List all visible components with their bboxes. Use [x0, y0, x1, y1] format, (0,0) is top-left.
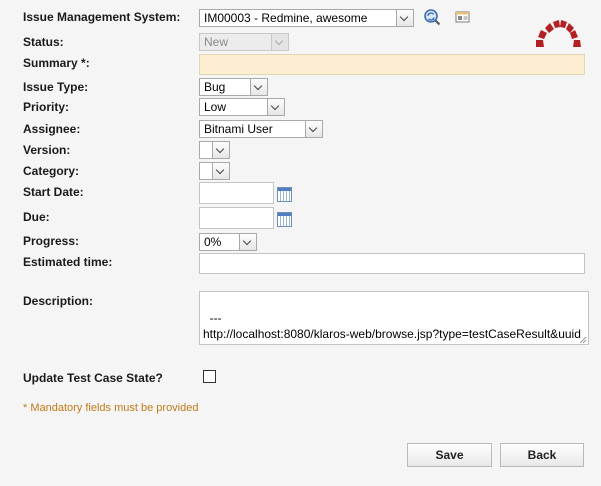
start-date-input[interactable]	[199, 182, 274, 204]
redmine-logo	[536, 20, 581, 47]
description-textarea[interactable]: --- http://localhost:8080/klaros-web/bro…	[199, 291, 589, 345]
save-button[interactable]: Save	[407, 443, 492, 467]
calendar-icon[interactable]	[277, 212, 292, 227]
status-select: New	[199, 33, 289, 51]
assignee-select-value: Bitnami User	[204, 122, 273, 136]
summary-input[interactable]	[199, 54, 585, 75]
ims-select-value: IM00003 - Redmine, awesome	[204, 11, 368, 25]
priority-select[interactable]: Low	[199, 98, 285, 116]
category-select[interactable]	[199, 162, 230, 180]
chevron-down-icon	[212, 163, 229, 179]
estimated-time-input[interactable]	[199, 253, 585, 274]
update-state-label: Update Test Case State?	[23, 371, 163, 385]
issue-type-label: Issue Type:	[23, 80, 89, 94]
chevron-down-icon	[305, 121, 322, 137]
mandatory-note: * Mandatory fields must be provided	[23, 402, 199, 414]
status-label: Status:	[23, 35, 64, 49]
issue-type-select[interactable]: Bug	[199, 78, 268, 96]
progress-label: Progress:	[23, 234, 80, 248]
assignee-label: Assignee:	[23, 122, 81, 136]
start-date-label: Start Date:	[23, 185, 84, 199]
edit-icon[interactable]	[455, 10, 471, 24]
ims-select[interactable]: IM00003 - Redmine, awesome	[199, 9, 414, 27]
version-select[interactable]	[199, 141, 230, 159]
estimated-time-label: Estimated time:	[23, 255, 113, 269]
assignee-select[interactable]: Bitnami User	[199, 120, 323, 138]
due-input[interactable]	[199, 207, 274, 229]
due-label: Due:	[23, 210, 50, 224]
resize-handle-icon[interactable]	[578, 335, 587, 344]
calendar-icon[interactable]	[277, 187, 292, 202]
refresh-icon[interactable]	[423, 8, 441, 26]
chevron-down-icon	[239, 234, 256, 250]
description-text: --- http://localhost:8080/klaros-web/bro…	[203, 311, 581, 344]
progress-select-value: 0%	[204, 235, 222, 249]
chevron-down-icon	[271, 34, 288, 50]
chevron-down-icon	[396, 10, 413, 26]
chevron-down-icon	[212, 142, 229, 158]
chevron-down-icon	[250, 79, 267, 95]
chevron-down-icon	[267, 99, 284, 115]
back-button[interactable]: Back	[500, 443, 584, 467]
ims-label: Issue Management System:	[23, 10, 181, 24]
version-label: Version:	[23, 143, 71, 157]
status-select-value: New	[204, 35, 229, 49]
priority-select-value: Low	[204, 100, 227, 114]
issue-type-select-value: Bug	[204, 80, 226, 94]
description-label: Description:	[23, 294, 94, 308]
update-state-checkbox[interactable]	[203, 370, 216, 383]
summary-label: Summary *:	[23, 56, 90, 70]
category-label: Category:	[23, 164, 80, 178]
progress-select[interactable]: 0%	[199, 233, 257, 251]
priority-label: Priority:	[23, 100, 70, 114]
